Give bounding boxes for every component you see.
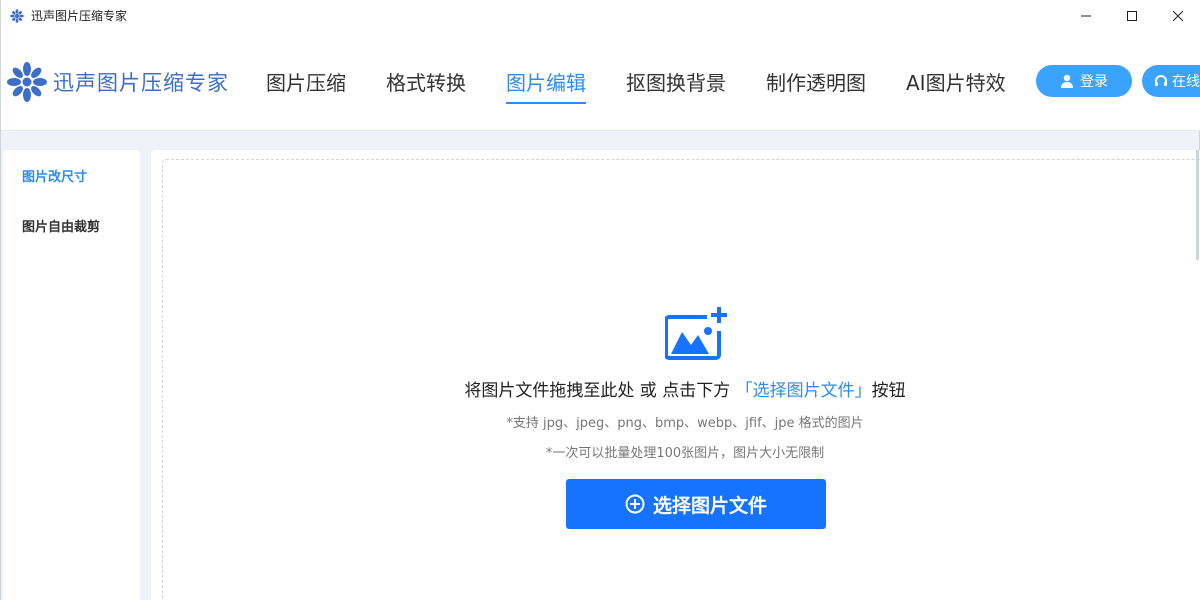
drop-text-after: 按钮 <box>871 381 906 401</box>
select-file-link[interactable]: 「选择图片文件」 <box>736 381 872 401</box>
sidebar-item-free-crop[interactable]: 图片自由裁剪 <box>22 216 100 235</box>
vertical-scrollbar[interactable] <box>1196 150 1199 260</box>
close-icon <box>1173 10 1183 21</box>
online-service-label: 在线 <box>1172 74 1200 90</box>
brand-logo: 迅声图片压缩专家 <box>6 61 229 103</box>
app-window: 迅声图片压缩专家 迅声图片压缩专家 图片压缩 格式转换 图片编辑 抠图换背景 制… <box>0 0 1200 600</box>
select-image-file-button[interactable]: 选择图片文件 <box>566 479 826 529</box>
window-controls <box>1063 0 1200 31</box>
login-button[interactable]: 登录 <box>1036 65 1132 97</box>
user-icon <box>1061 74 1073 88</box>
brand-name: 迅声图片压缩专家 <box>53 71 229 95</box>
drop-instructions: 将图片文件拖拽至此处 或 点击下方 「选择图片文件」按钮 <box>151 376 1200 401</box>
nav-tab-ai-effects[interactable]: AI图片特效 <box>906 67 1006 102</box>
minimize-button[interactable] <box>1063 0 1109 31</box>
nav-tab-cutout-background[interactable]: 抠图换背景 <box>626 67 726 102</box>
select-button-label: 选择图片文件 <box>652 494 767 517</box>
sidebar-item-resize[interactable]: 图片改尺寸 <box>22 166 87 185</box>
batch-limit-hint: *一次可以批量处理100张图片，图片大小无限制 <box>545 446 825 461</box>
nav-tab-transparent-image[interactable]: 制作透明图 <box>766 67 866 102</box>
minimize-icon <box>1081 15 1091 16</box>
flower-logo-icon <box>7 62 47 102</box>
title-bar: 迅声图片压缩专家 <box>1 0 1200 31</box>
maximize-button[interactable] <box>1109 0 1155 31</box>
nav-tab-compress[interactable]: 图片压缩 <box>266 67 346 102</box>
plus-circle-icon <box>625 494 645 514</box>
supported-formats-hint: *支持 jpg、jpeg、png、bmp、webp、jfif、jpe 格式的图片 <box>506 416 864 431</box>
nav-tab-format-convert[interactable]: 格式转换 <box>386 67 466 102</box>
maximize-icon <box>1127 10 1137 21</box>
window-title: 迅声图片压缩专家 <box>31 9 128 23</box>
login-label: 登录 <box>1080 74 1108 90</box>
online-service-button[interactable]: 在线 <box>1142 65 1200 97</box>
app-logo-icon <box>10 8 24 23</box>
close-button[interactable] <box>1155 0 1200 31</box>
sidebar: 图片改尺寸 图片自由裁剪 <box>3 150 140 600</box>
app-header: 迅声图片压缩专家 图片压缩 格式转换 图片编辑 抠图换背景 制作透明图 AI图片… <box>1 31 1200 131</box>
nav-tab-image-edit[interactable]: 图片编辑 <box>506 67 586 104</box>
drop-text-before: 将图片文件拖拽至此处 或 点击下方 <box>464 381 736 401</box>
headset-icon <box>1155 75 1167 86</box>
add-image-icon <box>665 307 727 360</box>
main-panel: 将图片文件拖拽至此处 或 点击下方 「选择图片文件」按钮 *支持 jpg、jpe… <box>151 150 1200 600</box>
